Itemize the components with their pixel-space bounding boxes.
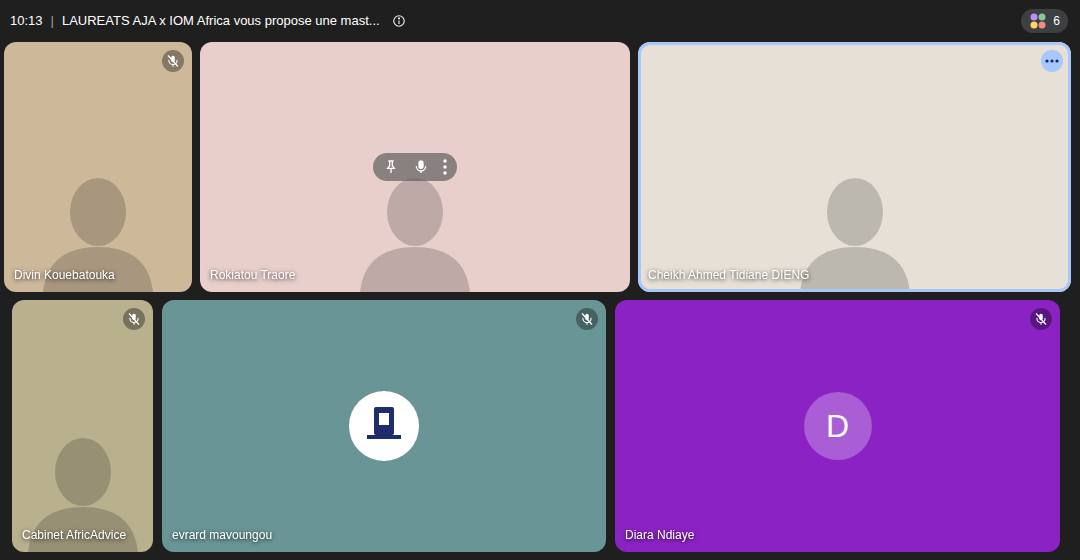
tile-row: Divin Kouebatouka Rokiatou Traore Cheikh A… <box>0 42 1080 292</box>
meeting-title: LAUREATS AJA x IOM Africa vous propose u… <box>62 11 380 31</box>
participant-tile[interactable]: Cabinet AfricAdvice <box>12 300 153 552</box>
participant-tile[interactable]: D Diara Ndiaye <box>615 300 1060 552</box>
separator: | <box>51 11 54 31</box>
tile-row: Cabinet AfricAdvice evrard mavoungou D Diar… <box>0 300 1080 552</box>
participants-count: 6 <box>1053 12 1060 30</box>
participant-name: evrard mavoungou <box>172 526 272 544</box>
top-bar: 10:13 | LAUREATS AJA x IOM Africa vous pro… <box>0 0 1080 42</box>
participant-tile[interactable]: Rokiatou Traore <box>200 42 630 292</box>
mute-indicator <box>1030 308 1052 330</box>
more-options-button[interactable] <box>1041 50 1063 72</box>
participant-name: Rokiatou Traore <box>210 266 295 284</box>
avatar: D <box>804 392 872 460</box>
mute-indicator <box>576 308 598 330</box>
more-icon <box>1045 59 1059 63</box>
participants-badge[interactable]: 6 <box>1021 9 1068 33</box>
mute-indicator <box>162 50 184 72</box>
participant-tile[interactable]: Divin Kouebatouka <box>4 42 192 292</box>
club-logo-icon <box>349 391 419 461</box>
participants-icon <box>1029 12 1047 30</box>
info-icon[interactable] <box>392 14 406 28</box>
mute-indicator <box>123 308 145 330</box>
clock: 10:13 <box>10 11 43 31</box>
tile-content <box>4 42 192 292</box>
participant-name: Cabinet AfricAdvice <box>22 526 126 544</box>
avatar-letter: D <box>826 402 849 450</box>
tile-content <box>162 300 606 552</box>
tile-content <box>12 300 153 552</box>
tile-content <box>638 42 1071 292</box>
participant-name: Diara Ndiaye <box>625 526 694 544</box>
mic-off-icon <box>580 312 594 326</box>
tile-content: D <box>615 300 1060 552</box>
mic-off-icon <box>166 54 180 68</box>
active-speaker-ring <box>638 42 1071 292</box>
participant-name: Cheikh Ahmed Tidiane DIENG <box>648 266 809 284</box>
participant-tile[interactable]: Cheikh Ahmed Tidiane DIENG <box>638 42 1071 292</box>
participant-name: Divin Kouebatouka <box>14 266 115 284</box>
tile-hover-controls <box>373 153 457 181</box>
mic-off-icon <box>1034 312 1048 326</box>
mic-off-icon <box>127 312 141 326</box>
mic-icon[interactable] <box>413 159 429 175</box>
more-vert-icon[interactable] <box>443 159 447 175</box>
pin-icon[interactable] <box>383 159 399 175</box>
participant-tile[interactable]: evrard mavoungou <box>162 300 606 552</box>
